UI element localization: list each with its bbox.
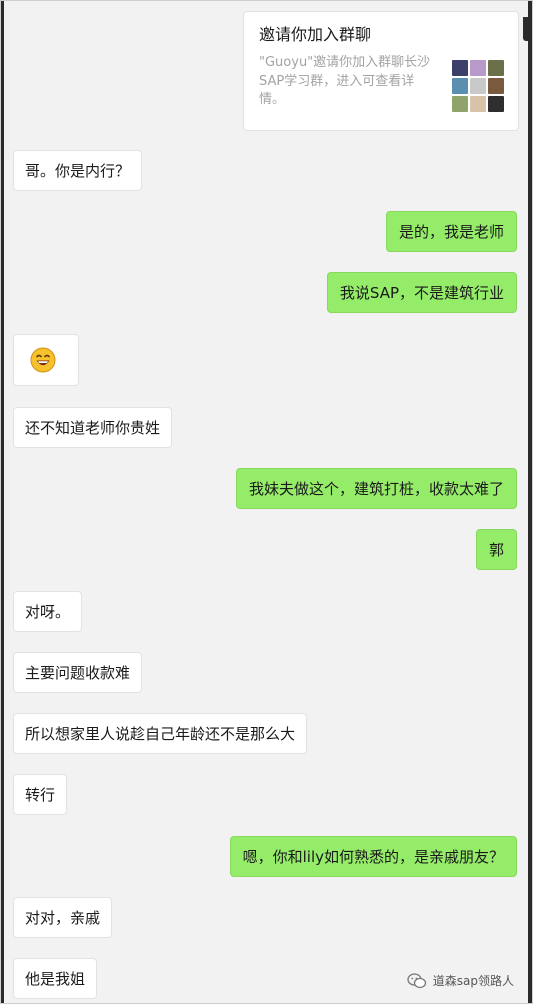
incoming-emoji-message[interactable] xyxy=(13,334,79,386)
incoming-message[interactable]: 转行 xyxy=(13,774,68,815)
group-member-avatar xyxy=(488,60,504,76)
outgoing-message[interactable]: 我说SAP，不是建筑行业 xyxy=(326,272,517,313)
message-text: 还不知道老师你贵姓 xyxy=(25,418,161,437)
group-member-avatar xyxy=(452,78,468,94)
message-text: 我妹夫做这个，建筑打桩，收款太难了 xyxy=(248,479,504,498)
incoming-message[interactable]: 哥。你是内行？ xyxy=(13,150,143,191)
message-text: 转行 xyxy=(25,785,56,804)
window-corner-tab xyxy=(523,17,532,41)
message-text: 嗯，你和lily如何熟悉的，是亲戚朋友？ xyxy=(242,847,504,866)
wechat-official-account-icon xyxy=(407,972,426,988)
incoming-message[interactable]: 所以想家里人说趁自己年龄还不是那么大 xyxy=(13,713,308,754)
outgoing-message[interactable]: 嗯，你和lily如何熟悉的，是亲戚朋友？ xyxy=(229,836,517,877)
group-member-avatar xyxy=(470,78,486,94)
watermark: 道森sap领路人 xyxy=(407,972,514,989)
group-avatar-grid xyxy=(452,60,504,112)
group-invite-card[interactable]: 邀请你加入群聊 "Guoyu"邀请你加入群聊长沙SAP学习群，进入可查看详情。 xyxy=(243,11,519,131)
grinning-face-emoji xyxy=(30,347,56,373)
group-member-avatar xyxy=(470,60,486,76)
message-text: 是的，我是老师 xyxy=(398,222,504,241)
message-text: 主要问题收款难 xyxy=(25,663,131,682)
message-text: 他是我姐 xyxy=(25,969,86,988)
chat-window: 邀请你加入群聊 "Guoyu"邀请你加入群聊长沙SAP学习群，进入可查看详情。 … xyxy=(0,0,533,1004)
message-text: 郭 xyxy=(488,540,504,559)
group-member-avatar xyxy=(488,96,504,112)
invite-title: 邀请你加入群聊 xyxy=(259,25,372,44)
outgoing-message[interactable]: 我妹夫做这个，建筑打桩，收款太难了 xyxy=(235,468,517,509)
incoming-message[interactable]: 对呀。 xyxy=(13,591,83,632)
invite-description: "Guoyu"邀请你加入群聊长沙SAP学习群，进入可查看详情。 xyxy=(259,55,431,107)
message-text: 所以想家里人说趁自己年龄还不是那么大 xyxy=(25,724,296,743)
incoming-message[interactable]: 对对，亲戚 xyxy=(13,897,113,938)
group-member-avatar xyxy=(470,96,486,112)
message-text: 对对，亲戚 xyxy=(25,908,101,927)
incoming-message[interactable]: 还不知道老师你贵姓 xyxy=(13,407,173,448)
group-member-avatar xyxy=(452,96,468,112)
window-right-edge xyxy=(528,1,532,1003)
group-member-avatar xyxy=(488,78,504,94)
message-text: 对呀。 xyxy=(25,602,71,621)
window-left-edge xyxy=(1,1,4,1003)
outgoing-message[interactable]: 郭 xyxy=(475,529,517,570)
group-member-avatar xyxy=(452,60,468,76)
incoming-message[interactable]: 主要问题收款难 xyxy=(13,652,143,693)
incoming-message[interactable]: 他是我姐 xyxy=(13,958,98,999)
message-text: 我说SAP，不是建筑行业 xyxy=(339,283,504,302)
outgoing-message[interactable]: 是的，我是老师 xyxy=(385,211,517,252)
message-text: 哥。你是内行？ xyxy=(25,161,131,180)
watermark-text: 道森sap领路人 xyxy=(432,974,514,988)
